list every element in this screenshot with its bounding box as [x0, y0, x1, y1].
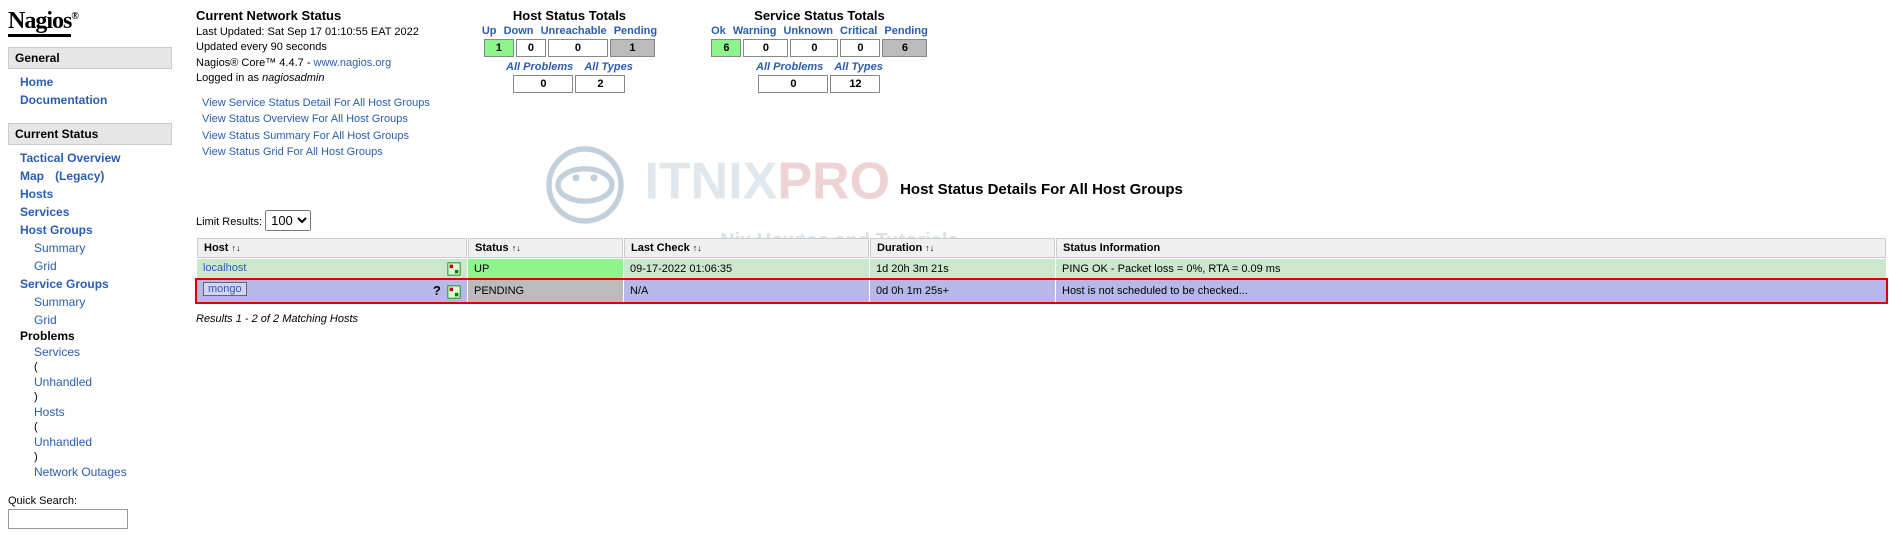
- nav-home[interactable]: Home: [20, 73, 172, 91]
- nav-map[interactable]: Map: [20, 169, 44, 183]
- host-up-header[interactable]: Up: [480, 25, 499, 37]
- host-up-count[interactable]: 1: [484, 39, 514, 57]
- svc-all-types-header[interactable]: All Types: [830, 61, 887, 73]
- core-version: Nagios® Core™ 4.4.7 - www.nagios.org: [196, 56, 430, 71]
- svc-unknown-count[interactable]: 0: [790, 39, 838, 57]
- sort-icon[interactable]: ↑↓: [512, 243, 521, 253]
- nav-host-groups[interactable]: Host Groups: [20, 221, 172, 239]
- view-service-status-detail[interactable]: View Service Status Detail For All Host …: [202, 95, 430, 112]
- quick-search-label: Quick Search:: [8, 495, 172, 507]
- view-status-summary[interactable]: View Status Summary For All Host Groups: [202, 128, 430, 145]
- col-host[interactable]: Host ↑↓: [197, 238, 467, 258]
- host-all-problems-header[interactable]: All Problems: [502, 61, 577, 73]
- svc-ok-count[interactable]: 6: [711, 39, 741, 57]
- nav-problems-hosts-unhandled[interactable]: Unhandled: [34, 433, 172, 451]
- host-cell: mongo ?: [197, 280, 467, 302]
- nav-header-current-status: Current Status: [8, 123, 172, 145]
- view-status-grid[interactable]: View Status Grid For All Host Groups: [202, 144, 430, 161]
- service-detail-icon[interactable]: [447, 262, 461, 276]
- nav-service-groups[interactable]: Service Groups: [20, 275, 172, 293]
- nav-problems-hosts[interactable]: Hosts: [34, 403, 172, 421]
- network-status-title: Current Network Status: [196, 8, 430, 23]
- svc-unknown-header[interactable]: Unknown: [781, 25, 835, 37]
- nav-hosts[interactable]: Hosts: [20, 185, 172, 203]
- col-status-info: Status Information: [1056, 238, 1886, 258]
- sort-icon[interactable]: ↑↓: [693, 243, 702, 253]
- status-cell: UP: [468, 259, 623, 279]
- host-unreachable-header[interactable]: Unreachable: [539, 25, 609, 37]
- table-row: localhost UP 09-17-2022 01:06:35 1d 20h …: [197, 259, 1886, 279]
- duration-cell: 0d 0h 1m 25s+: [870, 280, 1055, 302]
- nav-host-groups-summary[interactable]: Summary: [34, 239, 172, 257]
- service-totals-title: Service Status Totals: [709, 8, 930, 23]
- sidebar: Nagios® General Home Documentation Curre…: [0, 0, 180, 537]
- duration-cell: 1d 20h 3m 21s: [870, 259, 1055, 279]
- host-unreachable-count[interactable]: 0: [548, 39, 608, 57]
- col-duration[interactable]: Duration ↑↓: [870, 238, 1055, 258]
- nav-service-groups-grid[interactable]: Grid: [34, 311, 172, 329]
- nav-network-outages[interactable]: Network Outages: [34, 463, 172, 481]
- host-all-problems-count[interactable]: 0: [513, 75, 573, 93]
- info-cell: PING OK - Packet loss = 0%, RTA = 0.09 m…: [1056, 259, 1886, 279]
- network-status-block: Current Network Status Last Updated: Sat…: [196, 8, 430, 161]
- logged-in: Logged in as nagiosadmin: [196, 71, 430, 86]
- nav-service-groups-summary[interactable]: Summary: [34, 293, 172, 311]
- view-status-overview[interactable]: View Status Overview For All Host Groups: [202, 111, 430, 128]
- question-icon[interactable]: ?: [433, 283, 441, 298]
- host-status-table: Host ↑↓ Status ↑↓ Last Check ↑↓ Duration…: [196, 237, 1887, 303]
- svc-warning-count[interactable]: 0: [743, 39, 788, 57]
- sort-icon[interactable]: ↑↓: [232, 243, 241, 253]
- host-pending-count[interactable]: 1: [610, 39, 655, 57]
- host-link[interactable]: localhost: [203, 262, 246, 274]
- svc-all-problems-header[interactable]: All Problems: [752, 61, 827, 73]
- col-last-check[interactable]: Last Check ↑↓: [624, 238, 869, 258]
- svc-critical-count[interactable]: 0: [840, 39, 880, 57]
- host-all-types-header[interactable]: All Types: [580, 61, 637, 73]
- status-cell: PENDING: [468, 280, 623, 302]
- nav-map-legacy[interactable]: (Legacy): [55, 169, 104, 183]
- info-cell: Host is not scheduled to be checked...: [1056, 280, 1886, 302]
- limit-results-row: Limit Results: 100: [196, 210, 1887, 231]
- nav-problems-services-unhandled[interactable]: Unhandled: [34, 373, 172, 391]
- svc-pending-header[interactable]: Pending: [882, 25, 929, 37]
- host-down-header[interactable]: Down: [502, 25, 536, 37]
- update-interval: Updated every 90 seconds: [196, 40, 430, 55]
- nav-tactical[interactable]: Tactical Overview: [20, 149, 172, 167]
- main-content: ITNIXPRO Nix Howtos and Tutorials Curren…: [180, 0, 1903, 537]
- last-check-cell: N/A: [624, 280, 869, 302]
- section-title: Host Status Details For All Host Groups: [196, 181, 1887, 198]
- nav-documentation[interactable]: Documentation: [20, 91, 172, 109]
- svc-critical-header[interactable]: Critical: [838, 25, 879, 37]
- svc-pending-count[interactable]: 6: [882, 39, 927, 57]
- service-detail-icon[interactable]: [447, 285, 461, 299]
- svc-all-problems-count[interactable]: 0: [758, 75, 828, 93]
- nav-problems-label: Problems: [20, 329, 172, 343]
- last-updated: Last Updated: Sat Sep 17 01:10:55 EAT 20…: [196, 25, 430, 40]
- host-down-count[interactable]: 0: [516, 39, 546, 57]
- host-totals-block: Host Status Totals Up Down Unreachable P…: [480, 8, 659, 93]
- host-all-types-count[interactable]: 2: [575, 75, 625, 93]
- limit-results-label: Limit Results:: [196, 216, 262, 228]
- host-link[interactable]: mongo: [203, 282, 247, 296]
- nav-services[interactable]: Services: [20, 203, 172, 221]
- nav-header-general: General: [8, 47, 172, 69]
- svc-warning-header[interactable]: Warning: [731, 25, 779, 37]
- limit-results-select[interactable]: 100: [265, 210, 311, 231]
- table-row: mongo ? PENDING N/A 0d 0h 1m 25s+ Host i…: [197, 280, 1886, 302]
- svc-ok-header[interactable]: Ok: [709, 25, 728, 37]
- results-summary: Results 1 - 2 of 2 Matching Hosts: [196, 313, 1887, 325]
- col-status[interactable]: Status ↑↓: [468, 238, 623, 258]
- logo: Nagios®: [8, 8, 172, 35]
- nagios-org-link[interactable]: www.nagios.org: [314, 57, 392, 69]
- host-totals-title: Host Status Totals: [480, 8, 659, 23]
- host-pending-header[interactable]: Pending: [612, 25, 659, 37]
- service-totals-block: Service Status Totals Ok Warning Unknown…: [709, 8, 930, 93]
- svc-all-types-count[interactable]: 12: [830, 75, 880, 93]
- last-check-cell: 09-17-2022 01:06:35: [624, 259, 869, 279]
- nav-host-groups-grid[interactable]: Grid: [34, 257, 172, 275]
- quick-search-input[interactable]: [8, 509, 128, 529]
- sort-icon[interactable]: ↑↓: [925, 243, 934, 253]
- host-cell: localhost: [197, 259, 467, 279]
- nav-problems-services[interactable]: Services: [34, 343, 172, 361]
